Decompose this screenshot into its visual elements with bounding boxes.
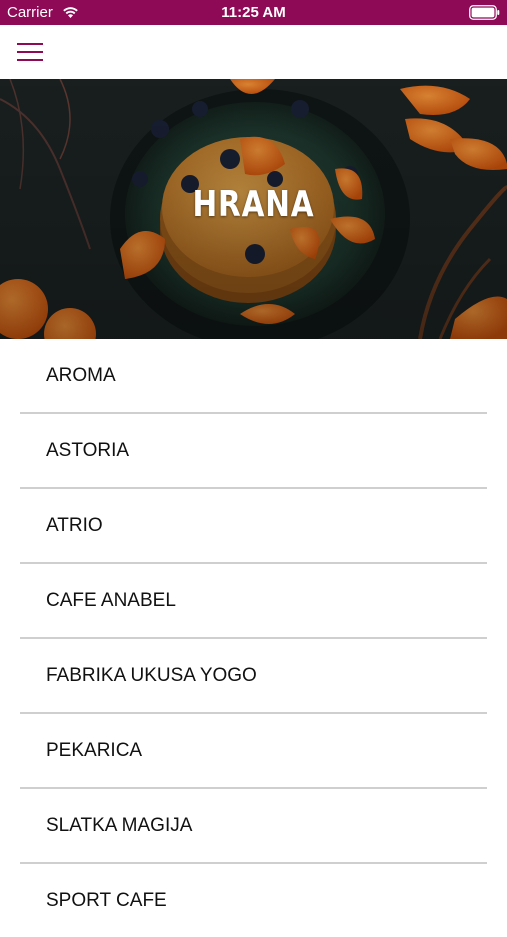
list-item-label: CAFE ANABEL [46,590,176,611]
status-bar: Carrier 11:25 AM [0,0,507,25]
hero-banner: HRANA [0,79,507,339]
list-item[interactable]: CAFE ANABEL [20,564,487,639]
menu-button[interactable] [10,33,48,71]
list-item-label: FABRIKA UKUSA YOGO [46,665,257,686]
list-item-label: SPORT CAFE [46,890,167,911]
list-item[interactable]: PEKARICA [20,714,487,789]
list-item-label: ASTORIA [46,440,130,461]
list-item-label: PEKARICA [46,740,143,761]
list-item[interactable]: FABRIKA UKUSA YOGO [20,639,487,714]
hero-title: HRANA [192,184,315,225]
list-item[interactable]: SPORT CAFE [20,864,487,937]
list-item-label: ATRIO [46,515,103,536]
list-item[interactable]: AROMA [20,339,487,414]
list-item[interactable]: ATRIO [20,489,487,564]
list-item-label: AROMA [46,365,116,386]
status-time: 11:25 AM [221,4,286,21]
list-item[interactable]: ASTORIA [20,414,487,489]
list-item-label: SLATKA MAGIJA [46,815,193,836]
places-list: AROMA ASTORIA ATRIO CAFE ANABEL FABRIKA … [0,339,507,937]
navigation-bar [0,25,507,79]
battery-icon [469,5,500,20]
list-item[interactable]: SLATKA MAGIJA [20,789,487,864]
